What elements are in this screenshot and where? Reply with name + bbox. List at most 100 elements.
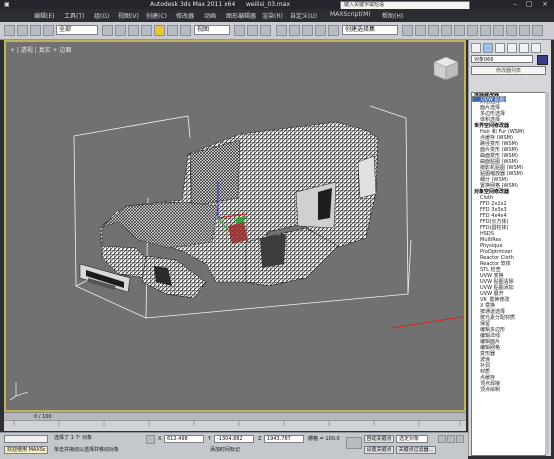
percent-snap-icon[interactable] [302, 25, 313, 36]
previous-frame-icon[interactable] [447, 435, 455, 443]
render-setup-icon[interactable] [493, 25, 504, 36]
hierarchy-tab-icon[interactable] [495, 43, 505, 53]
maxscript-mini-listener[interactable]: 欢迎使用 MAXSc [4, 446, 48, 454]
rect-selection-icon[interactable] [128, 25, 139, 36]
select-rotate-icon[interactable] [167, 25, 178, 36]
file-name: weilisi_03.max [246, 1, 291, 8]
menu-bar: 编辑(E) 工具(T) 组(G) 视图(V) 创建(C) 修改器 动画 图形编辑… [0, 9, 554, 22]
modifier-list[interactable]: 选择修改器网格选择面片选择多边形选择体积选择世界空间修改器Hair 和 Fur … [471, 92, 546, 456]
menu-views[interactable]: 视图(V) [118, 11, 139, 20]
z-label: Z [258, 436, 262, 442]
menu-edit[interactable]: 编辑(E) [34, 11, 54, 20]
track-bar[interactable] [4, 420, 466, 431]
redo-icon[interactable] [17, 25, 28, 36]
selection-status: 选择了 1 个 对象 [54, 435, 92, 441]
schematic-view-icon[interactable] [467, 25, 478, 36]
link-icon[interactable] [30, 25, 41, 36]
menu-maxscript[interactable]: MAXScript(M) [330, 11, 371, 18]
main-toolbar: 全部 视图 创建选择集 [0, 22, 554, 40]
keyboard-shortcut-icon[interactable] [260, 25, 271, 36]
y-label: Y [208, 436, 212, 442]
view-cube-icon[interactable] [433, 56, 459, 81]
pivot-center-icon[interactable] [234, 25, 245, 36]
undo-icon[interactable] [4, 25, 15, 36]
track-ruler [13, 421, 461, 426]
go-to-start-icon[interactable] [438, 435, 446, 443]
motion-tab-icon[interactable] [507, 43, 517, 53]
ref-coord-dropdown[interactable]: 视图 [194, 25, 230, 35]
perspective-viewport[interactable]: + | 透视 | 真实 + 边面 [4, 40, 466, 412]
create-tab-icon[interactable] [471, 43, 481, 53]
close-icon[interactable]: × [538, 0, 552, 8]
selection-filter-dropdown[interactable]: 全部 [56, 25, 98, 35]
scene-render [9, 56, 464, 401]
search-placeholder: 键入关键字或短语 [344, 2, 385, 8]
auto-key-button[interactable]: 自动关键点 [364, 435, 394, 443]
key-filters-button[interactable]: 关键点过滤器... [396, 446, 436, 454]
window-crossing-icon[interactable] [141, 25, 152, 36]
material-editor-icon[interactable] [480, 25, 491, 36]
menu-customize[interactable]: 自定义(U) [290, 11, 317, 20]
prompt-line: 单击并拖动以选择并移动对象 [54, 447, 120, 453]
x-coordinate-field[interactable]: 612.498 [164, 435, 204, 443]
mirror-icon[interactable] [402, 25, 413, 36]
toolbar-more-icon[interactable] [532, 25, 543, 36]
title-bar: ▣ Autodesk 3ds Max 2011 x64 weilisi_03.m… [0, 0, 554, 10]
add-time-tag[interactable]: 添加时间标记 [210, 446, 240, 454]
menu-tools[interactable]: 工具(T) [64, 11, 84, 20]
selected-objects-dropdown[interactable]: 选定对象 [396, 435, 428, 443]
viewport-label[interactable]: + | 透视 | 真实 + 边面 [10, 45, 72, 54]
set-key-button[interactable]: 设置关键点 [364, 446, 394, 454]
angle-snap-icon[interactable] [289, 25, 300, 36]
modifier-list-item[interactable]: 顶点绘制 [472, 387, 545, 393]
command-panel: 对象066 修改器列表 选择修改器网格选择面片选择多边形选择体积选择世界空间修改… [468, 40, 551, 456]
play-icon[interactable] [456, 435, 464, 443]
object-color-swatch[interactable] [537, 55, 548, 65]
menu-rendering[interactable]: 渲染(R) [262, 11, 283, 20]
menu-group[interactable]: 组(G) [94, 11, 109, 20]
lock-selection-icon[interactable] [146, 435, 155, 444]
z-coordinate-field[interactable]: 1943.787 [264, 435, 304, 443]
edit-named-sel-icon[interactable] [328, 25, 339, 36]
menu-animation[interactable]: 动画 [204, 11, 216, 20]
x-label: X [158, 436, 162, 442]
vehicle-mesh[interactable] [79, 121, 379, 299]
graphite-icon[interactable] [441, 25, 452, 36]
modifier-list-scrollbar[interactable] [545, 92, 549, 454]
select-by-name-icon[interactable] [115, 25, 126, 36]
modifier-list-item[interactable]: UVW 贴图 [472, 96, 506, 103]
y-coordinate-field[interactable]: -1304.882 [214, 435, 254, 443]
maxscript-listener[interactable] [4, 435, 48, 443]
menu-create[interactable]: 创建(C) [146, 11, 167, 20]
select-scale-icon[interactable] [180, 25, 191, 36]
unlink-icon[interactable] [43, 25, 54, 36]
annotation-line [391, 316, 464, 329]
axis-tripod-icon [9, 382, 29, 401]
menu-modifiers[interactable]: 修改器 [176, 11, 194, 20]
select-manipulate-icon[interactable] [247, 25, 258, 36]
key-icon[interactable] [346, 437, 362, 449]
app-title: Autodesk 3ds Max 2011 x64 [150, 1, 236, 8]
maximize-icon[interactable]: □ [522, 0, 536, 8]
spinner-snap-icon[interactable] [315, 25, 326, 36]
snaps-toggle-icon[interactable] [276, 25, 287, 36]
align-icon[interactable] [415, 25, 426, 36]
utilities-tab-icon[interactable] [531, 43, 541, 53]
curve-editor-icon[interactable] [454, 25, 465, 36]
minimize-icon[interactable]: – [508, 0, 522, 8]
display-tab-icon[interactable] [519, 43, 529, 53]
app-menu-icon[interactable]: ▣ [4, 0, 10, 9]
rendered-frame-icon[interactable] [506, 25, 517, 36]
object-name-field[interactable]: 对象066 [471, 55, 533, 63]
modify-tab-icon[interactable] [483, 43, 493, 53]
layer-manager-icon[interactable] [428, 25, 439, 36]
menu-help[interactable]: 帮助(H) [382, 11, 403, 20]
status-bar: 欢迎使用 MAXSc 选择了 1 个 对象 单击并拖动以选择并移动对象 X 61… [0, 432, 468, 459]
grid-size: 栅格 = 100.0 [308, 436, 340, 442]
select-object-icon[interactable] [102, 25, 113, 36]
menu-graph-editors[interactable]: 图形编辑器 [226, 11, 256, 20]
named-selection-dropdown[interactable]: 创建选择集 [342, 25, 398, 35]
select-move-icon[interactable] [154, 25, 165, 36]
modifier-list-dropdown[interactable]: 修改器列表 [471, 66, 546, 75]
render-production-icon[interactable] [519, 25, 530, 36]
